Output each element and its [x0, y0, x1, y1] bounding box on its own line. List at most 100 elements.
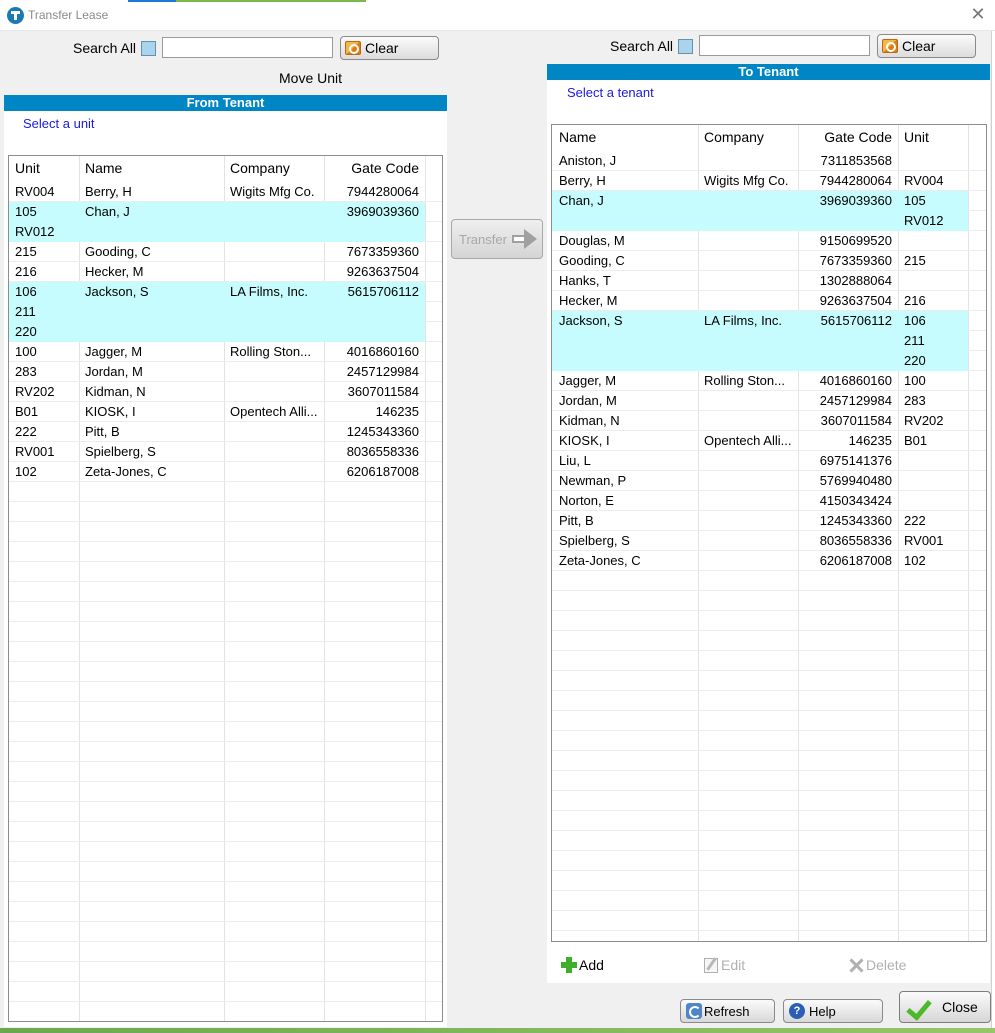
grid-column-line [425, 156, 426, 1021]
cell-company [704, 451, 796, 471]
from-tenant-grid[interactable]: Unit Name Company Gate Code RV004 Berry, … [8, 155, 443, 1022]
cell-unit: 222 [15, 424, 37, 439]
transfer-button[interactable]: Transfer [451, 219, 543, 259]
grid-row-line [552, 810, 986, 811]
cell-company: LA Films, Inc. [230, 284, 309, 299]
cell-company [230, 222, 322, 242]
grid-row-line [9, 561, 442, 562]
col-header-name[interactable]: Name [559, 129, 596, 145]
cell-company [704, 331, 796, 351]
table-row[interactable]: RV202 Kidman, N 3607011584 [9, 382, 425, 402]
table-row[interactable]: 211 [9, 302, 425, 322]
table-row[interactable]: RV012 [9, 222, 425, 242]
help-label: Help [809, 1003, 836, 1019]
col-header-gate-code[interactable]: Gate Code [798, 129, 892, 145]
table-row[interactable]: 102 Zeta-Jones, C 6206187008 [9, 462, 425, 482]
refresh-button[interactable]: Refresh [680, 999, 775, 1023]
grid-row-line [9, 1021, 442, 1022]
cell-name: Kidman, N [559, 413, 620, 428]
col-header-unit[interactable]: Unit [904, 129, 929, 145]
left-clear-button[interactable]: Clear [340, 36, 439, 60]
table-row[interactable]: Douglas, M 9150699520 [552, 231, 968, 251]
cell-name: Hanks, T [559, 273, 611, 288]
grid-row-line [552, 770, 986, 771]
table-row[interactable]: 222 Pitt, B 1245343360 [9, 422, 425, 442]
cell-unit: B01 [15, 404, 39, 419]
cell-name: Berry, H [85, 184, 132, 199]
table-row[interactable]: 215 Gooding, C 7673359360 [9, 242, 425, 262]
cell-name [559, 331, 696, 351]
cell-company [704, 551, 796, 571]
table-row[interactable]: Newman, P 5769940480 [552, 471, 968, 491]
grid-row-line [9, 501, 442, 502]
table-row[interactable]: RV004 Berry, H Wigits Mfg Co. 7944280064 [9, 182, 425, 202]
table-row[interactable]: 216 Hecker, M 9263637504 [9, 262, 425, 282]
table-row[interactable]: Chan, J 3969039360 105 [552, 191, 968, 211]
cell-unit: 211 [904, 333, 925, 348]
cell-gate: 9263637504 [346, 264, 419, 279]
cell-company [230, 242, 322, 262]
table-row[interactable]: Aniston, J 7311853568 [552, 151, 968, 171]
col-header-unit[interactable]: Unit [15, 160, 40, 176]
table-row[interactable]: Liu, L 6975141376 [552, 451, 968, 471]
col-header-name[interactable]: Name [85, 160, 122, 176]
table-row[interactable]: RV012 [552, 211, 968, 231]
table-row[interactable]: Hanks, T 1302888064 [552, 271, 968, 291]
cell-name: Jordan, M [559, 393, 617, 408]
cell-gate [325, 322, 419, 342]
table-row[interactable]: Gooding, C 7673359360 215 [552, 251, 968, 271]
table-row[interactable]: KIOSK, I Opentech Alli... 146235 B01 [552, 431, 968, 451]
window-close-icon[interactable]: ✕ [969, 4, 987, 26]
right-search-input[interactable] [699, 35, 870, 56]
edit-button[interactable]: Edit [704, 957, 745, 973]
grid-row-line [552, 890, 986, 891]
cell-company: Rolling Ston... [230, 344, 311, 359]
grid-row-line [9, 521, 442, 522]
table-row[interactable]: Jordan, M 2457129984 283 [552, 391, 968, 411]
cell-unit [904, 151, 966, 171]
table-row[interactable]: 283 Jordan, M 2457129984 [9, 362, 425, 382]
table-row[interactable]: Jagger, M Rolling Ston... 4016860160 100 [552, 371, 968, 391]
cell-name: Newman, P [559, 473, 627, 488]
cell-gate: 146235 [375, 404, 419, 419]
help-button[interactable]: ? Help [783, 999, 883, 1023]
table-row[interactable]: 211 [552, 331, 968, 351]
table-row[interactable]: Norton, E 4150343424 [552, 491, 968, 511]
cell-unit: RV001 [904, 533, 944, 548]
grid-row-line [9, 781, 442, 782]
close-button[interactable]: Close [899, 991, 991, 1023]
table-row[interactable]: Kidman, N 3607011584 RV202 [552, 411, 968, 431]
table-row[interactable]: Jackson, S LA Films, Inc. 5615706112 106 [552, 311, 968, 331]
table-row[interactable]: RV001 Spielberg, S 8036558336 [9, 442, 425, 462]
cell-gate: 4150343424 [819, 493, 892, 508]
window-title: Transfer Lease [28, 8, 109, 22]
cell-gate [325, 222, 419, 242]
add-button[interactable]: Add [561, 957, 604, 973]
grid-row-line [552, 590, 986, 591]
table-row[interactable]: Spielberg, S 8036558336 RV001 [552, 531, 968, 551]
table-row[interactable]: 220 [9, 322, 425, 342]
delete-label: Delete [866, 957, 907, 973]
cell-name: Jagger, M [85, 344, 143, 359]
table-row[interactable]: 105 Chan, J 3969039360 [9, 202, 425, 222]
table-row[interactable]: Pitt, B 1245343360 222 [552, 511, 968, 531]
table-row[interactable]: B01 KIOSK, I Opentech Alli... 146235 [9, 402, 425, 422]
col-header-gate-code[interactable]: Gate Code [325, 160, 419, 176]
table-row[interactable]: Hecker, M 9263637504 216 [552, 291, 968, 311]
table-row[interactable]: 106 Jackson, S LA Films, Inc. 5615706112 [9, 282, 425, 302]
cell-name: Gooding, C [559, 253, 625, 268]
col-header-company[interactable]: Company [704, 129, 764, 145]
right-search-all-checkbox[interactable] [678, 39, 693, 54]
delete-button[interactable]: Delete [849, 957, 906, 973]
table-row[interactable]: 220 [552, 351, 968, 371]
checkmark-icon [906, 996, 932, 1018]
col-header-company[interactable]: Company [230, 160, 290, 176]
table-row[interactable]: Berry, H Wigits Mfg Co. 7944280064 RV004 [552, 171, 968, 191]
left-search-input[interactable] [162, 37, 333, 58]
cell-unit: RV004 [15, 184, 55, 199]
right-clear-button[interactable]: Clear [877, 34, 976, 58]
table-row[interactable]: Zeta-Jones, C 6206187008 102 [552, 551, 968, 571]
to-tenant-grid[interactable]: Name Company Gate Code Unit Aniston, J 73… [551, 124, 987, 942]
table-row[interactable]: 100 Jagger, M Rolling Ston... 4016860160 [9, 342, 425, 362]
left-search-all-checkbox[interactable] [141, 41, 156, 56]
